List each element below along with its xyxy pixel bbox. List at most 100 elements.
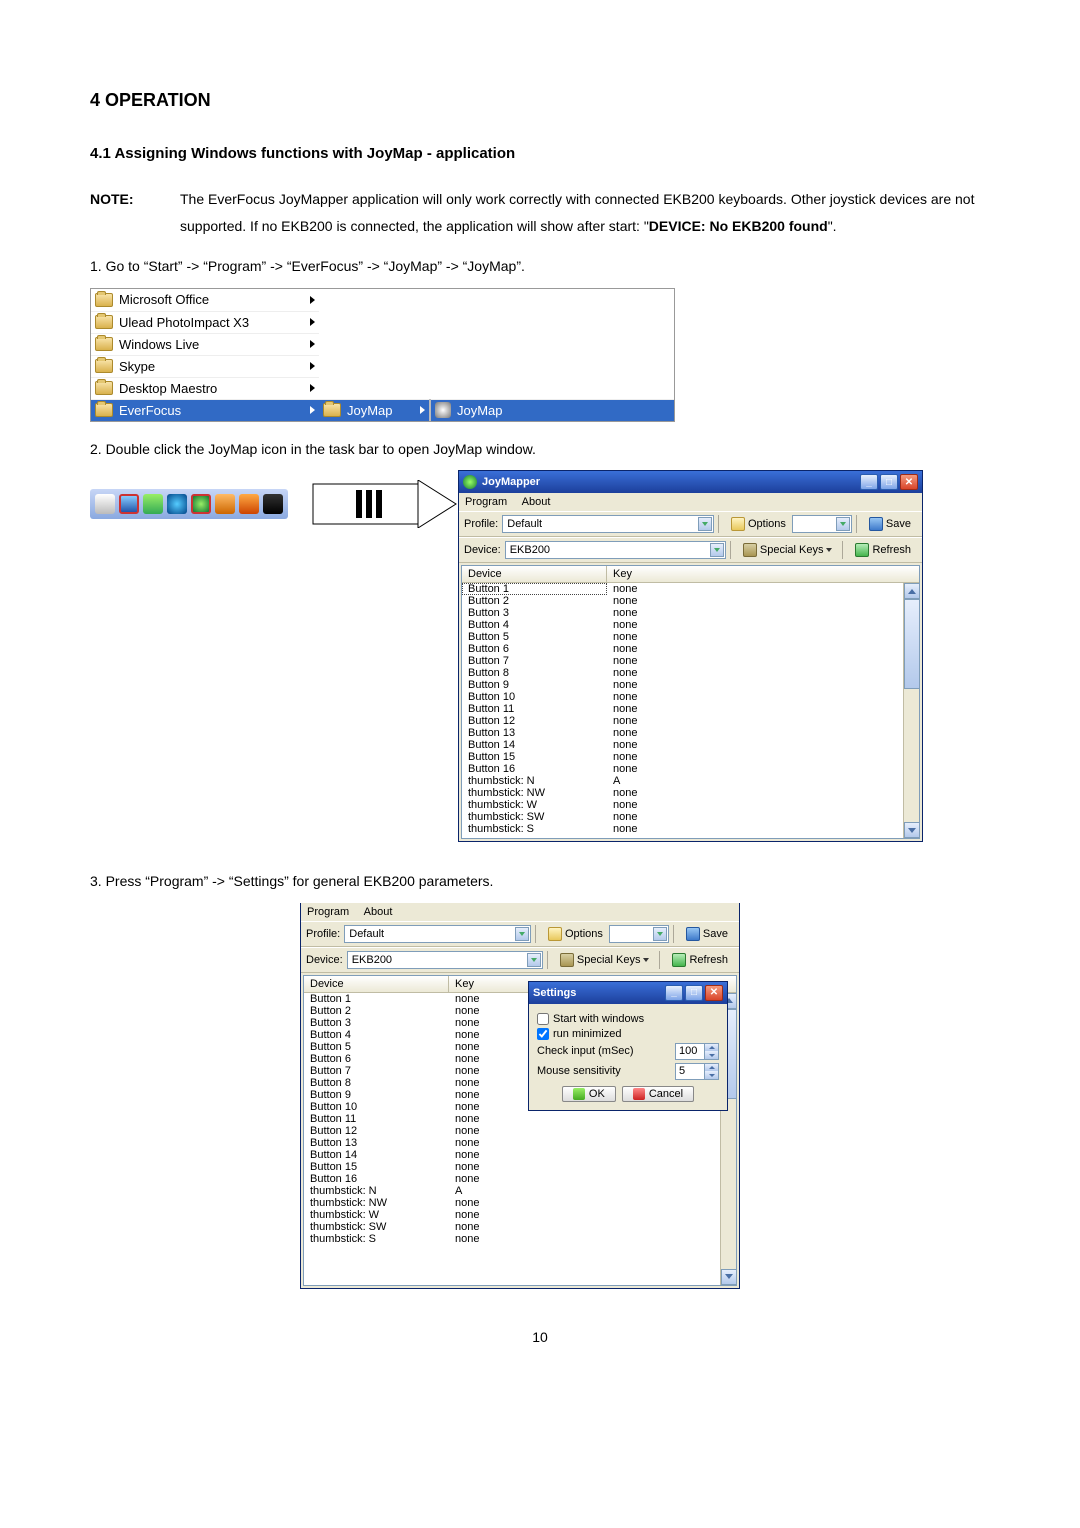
scroll-down-button[interactable]: [904, 822, 919, 838]
window-titlebar[interactable]: JoyMapper _ □ ✕: [459, 471, 922, 493]
joymap-tray-icon[interactable]: [191, 494, 211, 514]
submenu-joymap-folder[interactable]: JoyMap: [319, 399, 429, 421]
table-row[interactable]: thumbstick: NA: [462, 775, 919, 787]
row-device: Button 2: [304, 1005, 449, 1017]
ok-button[interactable]: OK: [562, 1086, 616, 1102]
table-row[interactable]: Button 13none: [304, 1137, 736, 1149]
menu-item-wlive[interactable]: Windows Live: [91, 333, 319, 355]
table-row[interactable]: Button 16none: [462, 763, 919, 775]
menu-program[interactable]: Program: [465, 496, 507, 508]
special-keys-button[interactable]: Special Keys: [737, 542, 839, 558]
table-row[interactable]: Button 11none: [462, 703, 919, 715]
dialog-titlebar[interactable]: Settings _ □ ✕: [529, 982, 727, 1004]
menu-about[interactable]: About: [522, 496, 551, 508]
table-row[interactable]: Button 5none: [462, 631, 919, 643]
table-row[interactable]: Button 12none: [462, 715, 919, 727]
menu-item-everfocus[interactable]: EverFocus: [91, 399, 319, 421]
device-dropdown[interactable]: EKB200: [347, 951, 543, 969]
table-row[interactable]: thumbstick: Wnone: [462, 799, 919, 811]
table-row[interactable]: Button 6none: [462, 643, 919, 655]
run-min-checkbox[interactable]: [537, 1028, 549, 1040]
scroll-up-button[interactable]: [904, 583, 919, 599]
table-row[interactable]: Button 1none: [462, 583, 919, 595]
table-row[interactable]: thumbstick: NWnone: [304, 1197, 736, 1209]
table-row[interactable]: Button 12none: [304, 1125, 736, 1137]
close-button[interactable]: ✕: [705, 985, 723, 1001]
spin-up[interactable]: [705, 1044, 718, 1052]
tray-icon-5[interactable]: [263, 494, 283, 514]
table-row[interactable]: Button 7none: [462, 655, 919, 667]
table-row[interactable]: Button 3none: [462, 607, 919, 619]
table-row[interactable]: thumbstick: Wnone: [304, 1209, 736, 1221]
table-row[interactable]: Button 11none: [304, 1113, 736, 1125]
menu-item-office[interactable]: Microsoft Office: [91, 289, 319, 311]
check-input-spinner[interactable]: 100: [675, 1043, 719, 1060]
run-minimized-row[interactable]: run minimized: [537, 1028, 719, 1040]
special-keys-button[interactable]: Special Keys: [554, 952, 656, 968]
maximize-button[interactable]: □: [685, 985, 703, 1001]
table-row[interactable]: thumbstick: Snone: [304, 1233, 736, 1245]
keyboard-lang-icon[interactable]: [95, 494, 115, 514]
table-row[interactable]: Button 10none: [462, 691, 919, 703]
profile-label: Profile:: [306, 928, 340, 940]
table-row[interactable]: Button 16none: [304, 1173, 736, 1185]
spin-down[interactable]: [705, 1071, 718, 1079]
maximize-button[interactable]: □: [880, 474, 898, 490]
table-row[interactable]: thumbstick: NWnone: [462, 787, 919, 799]
toolbar-separator: [535, 925, 536, 943]
close-button[interactable]: ✕: [900, 474, 918, 490]
tray-icon-2[interactable]: [167, 494, 187, 514]
start-windows-checkbox[interactable]: [537, 1013, 549, 1025]
profile-dropdown[interactable]: Default: [502, 515, 714, 533]
table-row[interactable]: thumbstick: SWnone: [462, 811, 919, 823]
table-row[interactable]: Button 9none: [462, 679, 919, 691]
start-with-windows-row[interactable]: Start with windows: [537, 1013, 719, 1025]
table-row[interactable]: Button 15none: [304, 1161, 736, 1173]
menu-item-ulead[interactable]: Ulead PhotoImpact X3: [91, 311, 319, 333]
refresh-button[interactable]: Refresh: [849, 542, 917, 558]
menu-about[interactable]: About: [364, 906, 393, 918]
menu-program[interactable]: Program: [307, 906, 349, 918]
minimize-button[interactable]: _: [860, 474, 878, 490]
row-key: none: [449, 1161, 736, 1173]
grid-header-device[interactable]: Device: [462, 566, 607, 582]
cancel-button[interactable]: Cancel: [622, 1086, 694, 1102]
save-button[interactable]: Save: [863, 516, 917, 532]
options-button[interactable]: Options: [542, 926, 609, 942]
options-dropdown[interactable]: [792, 515, 852, 533]
grid-header-key[interactable]: Key: [607, 566, 919, 582]
tray-icon-3[interactable]: [215, 494, 235, 514]
profile-dropdown[interactable]: Default: [344, 925, 531, 943]
table-row[interactable]: Button 13none: [462, 727, 919, 739]
help-icon[interactable]: [119, 494, 139, 514]
folder-icon: [95, 403, 113, 417]
spin-down[interactable]: [705, 1051, 718, 1059]
tray-icon-4[interactable]: [239, 494, 259, 514]
table-row[interactable]: Button 14none: [462, 739, 919, 751]
scrollbar[interactable]: [903, 583, 919, 838]
minimize-button[interactable]: _: [665, 985, 683, 1001]
scroll-thumb[interactable]: [904, 599, 919, 689]
spin-up[interactable]: [705, 1064, 718, 1072]
menu-item-maestro[interactable]: Desktop Maestro: [91, 377, 319, 399]
submenu-joymap-app[interactable]: JoyMap: [431, 399, 674, 421]
grid-header-device[interactable]: Device: [304, 976, 449, 992]
options-dropdown[interactable]: [609, 925, 669, 943]
device-dropdown[interactable]: EKB200: [505, 541, 726, 559]
menu-item-skype[interactable]: Skype: [91, 355, 319, 377]
scroll-down-button[interactable]: [721, 1269, 736, 1285]
table-row[interactable]: thumbstick: Snone: [462, 823, 919, 835]
options-button[interactable]: Options: [725, 516, 792, 532]
table-row[interactable]: Button 15none: [462, 751, 919, 763]
table-row[interactable]: thumbstick: NA: [304, 1185, 736, 1197]
save-button[interactable]: Save: [680, 926, 734, 942]
mouse-sens-spinner[interactable]: 5: [675, 1063, 719, 1080]
table-row[interactable]: Button 8none: [462, 667, 919, 679]
table-row[interactable]: Button 14none: [304, 1149, 736, 1161]
tray-icon-1[interactable]: [143, 494, 163, 514]
row-key: none: [607, 691, 919, 703]
table-row[interactable]: Button 2none: [462, 595, 919, 607]
refresh-button[interactable]: Refresh: [666, 952, 734, 968]
table-row[interactable]: thumbstick: SWnone: [304, 1221, 736, 1233]
table-row[interactable]: Button 4none: [462, 619, 919, 631]
